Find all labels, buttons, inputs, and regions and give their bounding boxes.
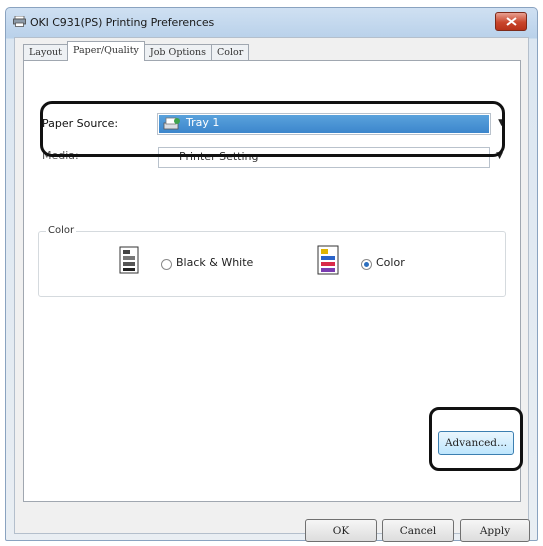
tab-paper-quality[interactable]: Paper/Quality	[67, 41, 145, 61]
tab-layout[interactable]: Layout	[23, 44, 68, 61]
tab-color[interactable]: Color	[210, 44, 250, 61]
color-group-label: Color	[46, 225, 77, 236]
close-button[interactable]	[495, 12, 527, 31]
window-title: OKI C931(PS) Printing Preferences	[30, 16, 215, 29]
cancel-button[interactable]: Cancel	[382, 519, 454, 542]
printing-preferences-window: OKI C931(PS) Printing Preferences Layout…	[5, 7, 538, 542]
advanced-button[interactable]: Advanced...	[438, 431, 514, 455]
black-white-radio[interactable]	[161, 259, 172, 270]
close-icon	[505, 17, 517, 26]
black-white-label[interactable]: Black & White	[176, 256, 253, 269]
color-group: Color Black & White Color	[38, 225, 506, 297]
color-printer-icon	[317, 245, 339, 275]
apply-button[interactable]: Apply	[460, 519, 530, 542]
color-radio[interactable]	[361, 259, 372, 270]
paper-source-highlight	[40, 101, 505, 157]
ok-button[interactable]: OK	[305, 519, 377, 542]
dialog-client-area: Layout Paper/Quality Job Options Color M…	[14, 37, 530, 542]
paper-quality-panel: Media: Printer Setting ▼ Paper Source: T…	[23, 60, 523, 502]
printer-icon	[13, 16, 26, 27]
color-label[interactable]: Color	[376, 256, 405, 269]
black-white-printer-icon	[119, 246, 139, 274]
tab-job-options[interactable]: Job Options	[143, 44, 212, 61]
title-bar[interactable]: OKI C931(PS) Printing Preferences	[6, 8, 537, 36]
tab-strip: Layout Paper/Quality Job Options Color	[23, 41, 250, 61]
